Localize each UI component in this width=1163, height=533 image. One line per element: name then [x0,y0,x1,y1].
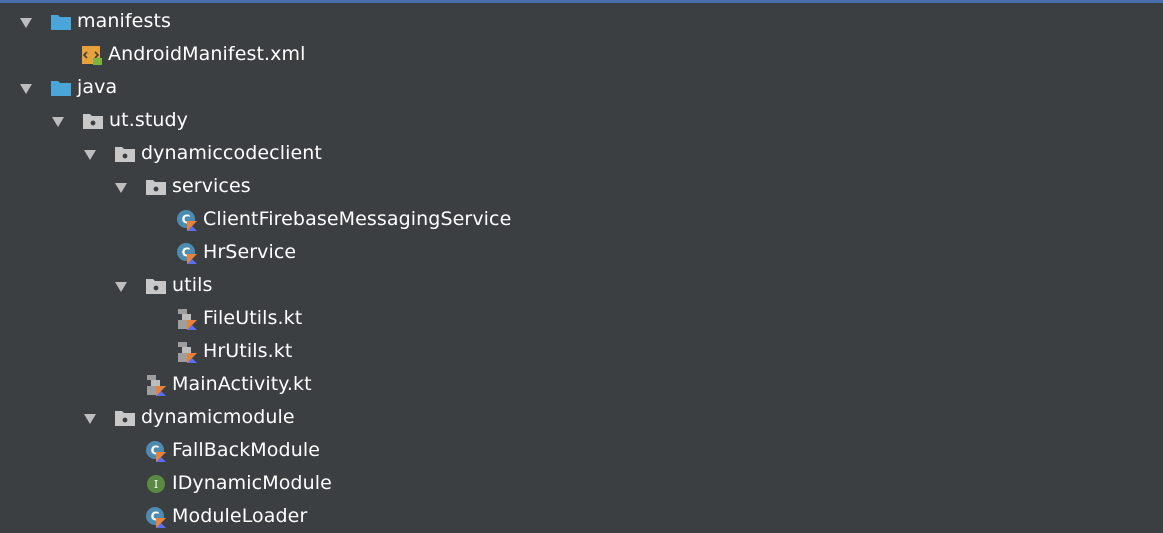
tree-node-fallback-module[interactable]: C FallBackModule [145,434,320,467]
expand-arrow-icon[interactable] [115,182,127,193]
expand-arrow-icon[interactable] [52,116,64,127]
kotlin-interface-icon: I [145,473,167,495]
expand-arrow-icon[interactable] [20,17,32,28]
package-folder-icon [114,407,136,429]
tree-node-label: java [77,76,118,98]
tree-node-label: FileUtils.kt [203,307,303,329]
kotlin-class-icon: C [176,242,198,264]
expand-arrow-icon[interactable] [20,83,32,94]
tree-node-label: services [172,175,251,197]
tree-node-label: FallBackModule [172,439,321,461]
package-folder-icon [145,275,167,297]
tree-node-services[interactable]: services [115,170,251,203]
tree-node-manifests[interactable]: manifests [20,5,171,38]
tree-node-label: manifests [77,10,171,32]
svg-text:I: I [154,478,158,491]
tree-node-utils[interactable]: utils [115,269,212,302]
tree-node-main-activity[interactable]: MainActivity.kt [145,368,312,401]
package-folder-icon [114,143,136,165]
kotlin-file-icon [176,341,198,363]
manifest-xml-icon [81,44,103,66]
expand-arrow-icon[interactable] [115,281,127,292]
package-folder-icon [82,110,104,132]
tree-node-label: ut.study [109,109,189,131]
package-folder-icon [145,176,167,198]
tree-node-ut-study[interactable]: ut.study [52,104,188,137]
panel-top-border [0,0,1163,3]
tree-node-label: IDynamicModule [172,472,332,494]
tree-node-android-manifest[interactable]: AndroidManifest.xml [81,38,306,71]
tree-node-java[interactable]: java [20,71,117,104]
tree-node-label: dynamicmodule [141,406,295,428]
tree-node-module-loader[interactable]: C ModuleLoader [145,500,307,533]
tree-node-label: MainActivity.kt [172,373,312,395]
tree-node-label: HrUtils.kt [203,340,293,362]
folder-icon [50,11,72,33]
kotlin-class-icon: C [145,440,167,462]
tree-node-dynamiccodeclient[interactable]: dynamiccodeclient [84,137,322,170]
tree-node-file-utils[interactable]: FileUtils.kt [176,302,302,335]
tree-node-label: HrService [203,241,297,263]
tree-node-client-firebase-messaging-service[interactable]: C ClientFirebaseMessagingService [176,203,511,236]
tree-node-label: ClientFirebaseMessagingService [203,208,512,230]
expand-arrow-icon[interactable] [84,149,96,160]
kotlin-class-icon: C [176,209,198,231]
kotlin-file-icon [145,374,167,396]
tree-node-dynamicmodule[interactable]: dynamicmodule [84,401,295,434]
folder-icon [50,77,72,99]
tree-node-hr-service[interactable]: C HrService [176,236,296,269]
tree-node-label: AndroidManifest.xml [108,43,306,65]
kotlin-file-icon [176,308,198,330]
kotlin-class-icon: C [145,506,167,528]
tree-node-label: dynamiccodeclient [141,142,322,164]
tree-node-hr-utils[interactable]: HrUtils.kt [176,335,292,368]
tree-node-label: ModuleLoader [172,505,308,527]
tree-node-label: utils [172,274,213,296]
tree-node-idynamic-module[interactable]: I IDynamicModule [145,467,332,500]
expand-arrow-icon[interactable] [84,413,96,424]
